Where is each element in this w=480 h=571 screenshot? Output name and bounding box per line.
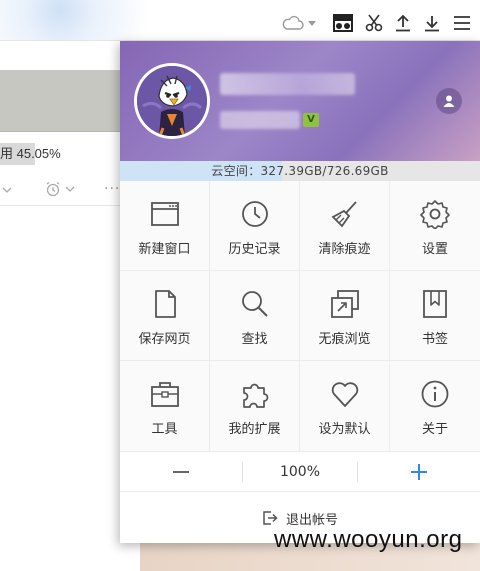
new-window-icon	[150, 202, 179, 226]
menu-item-label: 关于	[421, 422, 448, 437]
zoom-level: 100%	[242, 452, 358, 492]
vip-badge: V	[303, 113, 319, 127]
broom-icon	[331, 201, 357, 228]
logout-icon	[263, 511, 278, 525]
menu-item-label: 书签	[421, 332, 448, 347]
heart-icon	[331, 382, 358, 407]
main-menu-button[interactable]	[450, 10, 474, 36]
menu-icon	[454, 16, 470, 30]
menu-item-incognito[interactable]: 无痕浏览	[300, 271, 390, 361]
account-header: V	[120, 41, 480, 161]
cloud-icon	[282, 15, 316, 30]
toolbox-icon	[150, 382, 179, 407]
alarm-clock-icon	[46, 181, 60, 197]
browser-toolbar	[270, 8, 480, 38]
menu-item-label: 我的扩展	[228, 422, 281, 437]
bookmark-icon	[423, 290, 447, 318]
incognito-window-icon	[330, 290, 359, 318]
menu-item-label: 无痕浏览	[318, 332, 371, 347]
gear-icon	[420, 200, 450, 229]
username-blurred	[220, 73, 355, 95]
download-button[interactable]	[420, 10, 444, 36]
background-divider	[0, 205, 130, 206]
screenshot-button[interactable]	[362, 10, 386, 36]
download-icon	[425, 16, 439, 32]
avatar[interactable]	[134, 63, 210, 139]
menu-item-label: 设置	[421, 242, 448, 257]
menu-item-label: 保存网页	[138, 332, 191, 347]
background-progress: 用 45.05%	[0, 143, 130, 165]
eagle-avatar-icon	[137, 66, 207, 136]
menu-item-save-page[interactable]: 保存网页	[120, 271, 210, 361]
account-menu-panel: V 云空间：327.39GB/726.69GB 新建窗口 历史记录 清除痕迹 设…	[120, 41, 480, 543]
account-id-blurred	[220, 111, 300, 129]
cloud-sync-button[interactable]	[280, 10, 320, 36]
menu-item-label: 查找	[241, 332, 268, 347]
menu-item-set-default[interactable]: 设为默认	[300, 361, 390, 452]
menu-item-history[interactable]: 历史记录	[210, 181, 300, 271]
cloud-storage-bar: 云空间：327.39GB/726.69GB	[120, 161, 480, 181]
more-button[interactable]: ···	[104, 181, 120, 197]
menu-item-label: 清除痕迹	[318, 242, 371, 257]
menu-item-settings[interactable]: 设置	[390, 181, 480, 271]
menu-item-find[interactable]: 查找	[210, 271, 300, 361]
menu-item-extensions[interactable]: 我的扩展	[210, 361, 300, 452]
scissors-icon	[365, 14, 383, 32]
puzzle-icon	[242, 383, 268, 408]
zoom-out-button[interactable]	[120, 452, 242, 492]
history-clock-icon	[241, 201, 268, 227]
upload-icon	[396, 14, 410, 32]
menu-item-clear-traces[interactable]: 清除痕迹	[300, 181, 390, 271]
menu-item-about[interactable]: 关于	[390, 361, 480, 452]
chevron-down-icon[interactable]	[2, 183, 12, 197]
logout-label: 退出帐号	[285, 512, 338, 528]
alarm-dropdown[interactable]	[45, 181, 75, 197]
watermark: www.wooyun.org	[274, 526, 463, 553]
reader-mode-icon	[333, 14, 353, 32]
save-page-icon	[154, 290, 176, 318]
info-icon	[421, 380, 449, 408]
cloud-storage-label: 云空间：327.39GB/726.69GB	[211, 164, 389, 178]
chevron-down-icon	[65, 186, 75, 192]
menu-item-label: 工具	[151, 422, 178, 437]
background-content-block	[0, 70, 130, 132]
plus-icon	[411, 464, 427, 480]
reader-mode-button[interactable]	[332, 10, 354, 36]
background-progress-text: 用 45.05%	[0, 146, 61, 161]
minus-icon	[173, 471, 189, 473]
menu-item-label: 新建窗口	[138, 242, 191, 257]
user-icon	[443, 95, 455, 107]
zoom-control: 100%	[120, 452, 480, 492]
menu-item-tools[interactable]: 工具	[120, 361, 210, 452]
menu-item-label: 设为默认	[318, 422, 371, 437]
menu-item-new-window[interactable]: 新建窗口	[120, 181, 210, 271]
zoom-in-button[interactable]	[358, 452, 480, 492]
menu-item-label: 历史记录	[228, 242, 281, 257]
upload-button[interactable]	[391, 10, 415, 36]
menu-item-bookmarks[interactable]: 书签	[390, 271, 480, 361]
user-profile-button[interactable]	[436, 88, 462, 114]
background-artwork	[0, 0, 200, 40]
search-icon	[241, 291, 268, 317]
menu-grid: 新建窗口 历史记录 清除痕迹 设置 保存网页 查找 无痕浏览 书签 工具 我的扩…	[120, 181, 480, 452]
